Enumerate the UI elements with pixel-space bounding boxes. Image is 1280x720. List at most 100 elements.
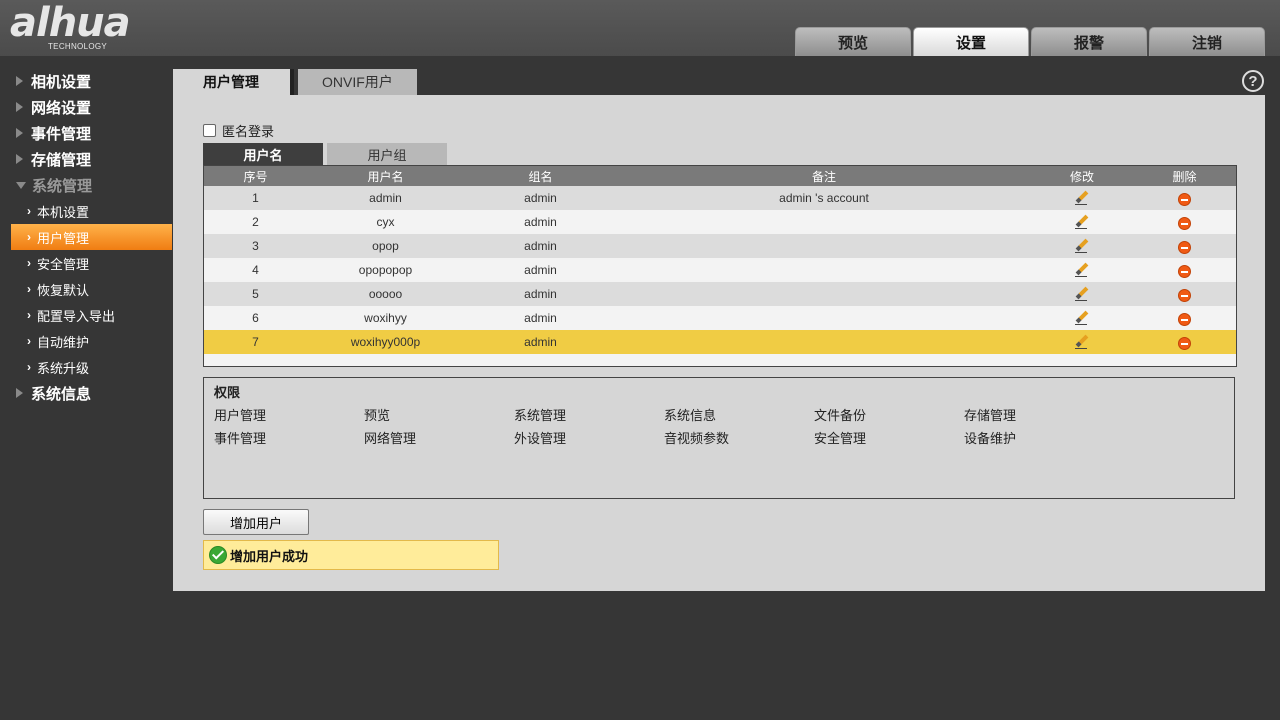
cell-group: admin (524, 239, 557, 253)
permission-item: 外设管理 (514, 431, 567, 446)
chevron-right-icon: › (27, 204, 31, 218)
chevron-right-icon: › (27, 230, 31, 244)
col-username: 用户名 (367, 169, 404, 184)
sidebar-item-storage[interactable]: 存储管理 (0, 146, 172, 172)
table-row[interactable]: 6 woxihyy admin (204, 306, 1236, 330)
cell-no: 5 (252, 287, 259, 301)
delete-icon[interactable] (1178, 336, 1191, 350)
pencil-icon[interactable] (1075, 310, 1089, 325)
permission-item: 安全管理 (814, 431, 867, 446)
chevron-right-icon: › (27, 334, 31, 348)
sidebar-item-network[interactable]: 网络设置 (0, 94, 172, 120)
help-icon[interactable]: ? (1242, 70, 1264, 92)
cell-edit (1031, 210, 1133, 234)
sidebar-sub-restore-default[interactable]: › 恢复默认 (11, 276, 172, 302)
table-row[interactable]: 3 opop admin (204, 234, 1236, 258)
pencil-icon[interactable] (1075, 286, 1089, 301)
sidebar-sub-config-import-export[interactable]: › 配置导入导出 (11, 302, 172, 328)
table-row[interactable]: 5 ooooo admin (204, 282, 1236, 306)
user-sub-tabs: 用户名 用户组 (203, 143, 447, 165)
cell-username: woxihyy000p (350, 335, 421, 349)
table-row[interactable]: 4 opopopop admin (204, 258, 1236, 282)
sidebar-sub-security[interactable]: › 安全管理 (11, 250, 172, 276)
col-note: 备注 (811, 169, 836, 184)
tab-onvif-user[interactable]: ONVIF用户 (298, 69, 417, 95)
permission-item: 存储管理 (964, 408, 1017, 423)
sidebar-item-event[interactable]: 事件管理 (0, 120, 172, 146)
sidebar-sub-system-upgrade[interactable]: › 系统升级 (11, 354, 172, 380)
delete-icon[interactable] (1178, 240, 1191, 254)
sidebar-item-system-info[interactable]: 系统信息 (0, 380, 172, 406)
permissions-box: 权限 用户管理 预览 系统管理 系统信息 文件备份 存储管理 事件管理 网络管理 外设管理 音视频… (203, 377, 1235, 499)
col-delete: 删除 (1172, 169, 1197, 184)
table-row[interactable]: 2 cyx admin (204, 210, 1236, 234)
table-row[interactable]: 7 woxihyy000p admin (204, 330, 1236, 354)
pencil-icon[interactable] (1075, 238, 1089, 253)
sidebar-item-label: 网络设置 (31, 99, 92, 117)
cell-no: 2 (252, 215, 259, 229)
chevron-right-icon: › (27, 256, 31, 270)
add-user-button[interactable]: 增加用户 (203, 509, 309, 535)
cell-note (617, 210, 1031, 234)
permission-item: 网络管理 (364, 431, 417, 446)
cell-no: 6 (252, 311, 259, 325)
tab-usergroup[interactable]: 用户组 (327, 143, 447, 165)
delete-icon[interactable] (1178, 312, 1191, 326)
tab-settings[interactable]: 设置 (913, 27, 1029, 56)
sidebar-item-label: 系统管理 (32, 177, 93, 195)
cell-no: 1 (252, 191, 259, 205)
cell-delete (1133, 282, 1236, 306)
delete-icon[interactable] (1178, 264, 1191, 278)
cell-group: admin (524, 287, 557, 301)
pencil-icon[interactable] (1075, 190, 1089, 205)
tab-user-management[interactable]: 用户管理 (173, 69, 294, 95)
user-table: 序号 用户名 组名 备注 修改 删除 1 admin admin admin 's a… (203, 165, 1237, 367)
pencil-icon[interactable] (1075, 262, 1089, 277)
cell-no: 4 (252, 263, 259, 277)
pencil-icon[interactable] (1075, 334, 1089, 349)
header: alhua TECHNOLOGY 预览 设置 报警 注销 (0, 0, 1280, 56)
cell-no: 7 (252, 335, 259, 349)
sidebar-sub-label: 自动维护 (37, 334, 90, 350)
triangle-right-icon (16, 128, 23, 138)
delete-icon[interactable] (1178, 192, 1191, 206)
sidebar-sub-label: 安全管理 (37, 256, 90, 272)
cell-username: woxihyy (364, 311, 407, 325)
cell-username: opopopop (358, 263, 413, 277)
triangle-right-icon (16, 102, 23, 112)
chevron-right-icon: › (27, 308, 31, 322)
anonymous-login[interactable]: 匿名登录 (203, 121, 274, 140)
permission-item: 系统管理 (514, 408, 567, 423)
permission-item: 文件备份 (814, 408, 867, 423)
permission-item: 音视频参数 (664, 431, 730, 446)
col-no: 序号 (243, 169, 268, 184)
tab-logout[interactable]: 注销 (1149, 27, 1265, 56)
cell-username: opop (372, 239, 399, 253)
cell-delete (1133, 258, 1236, 282)
permission-item: 预览 (364, 408, 391, 423)
delete-icon[interactable] (1178, 216, 1191, 230)
table-row[interactable]: 1 admin admin admin 's account (204, 186, 1236, 210)
anonymous-login-checkbox[interactable] (203, 124, 216, 137)
cell-note (617, 330, 1031, 354)
tab-username[interactable]: 用户名 (203, 143, 323, 165)
sidebar-item-label: 存储管理 (31, 151, 92, 169)
sidebar-item-camera[interactable]: 相机设置 (0, 68, 172, 94)
cell-no: 3 (252, 239, 259, 253)
tab-preview[interactable]: 预览 (795, 27, 911, 56)
triangle-right-icon (16, 388, 23, 398)
sidebar-item-system[interactable]: 系统管理 (0, 172, 172, 198)
cell-note: admin 's account (779, 191, 869, 205)
sidebar-sub-local-settings[interactable]: › 本机设置 (11, 198, 172, 224)
sidebar-sub-user-management[interactable]: › 用户管理 (11, 224, 172, 250)
cell-edit (1031, 306, 1133, 330)
sidebar-sub-auto-maintain[interactable]: › 自动维护 (11, 328, 172, 354)
pencil-icon[interactable] (1075, 214, 1089, 229)
chevron-right-icon: › (27, 282, 31, 296)
success-message-text: 增加用户成功 (230, 548, 309, 564)
tab-alarm[interactable]: 报警 (1031, 27, 1147, 56)
sidebar-sub-label: 本机设置 (37, 204, 90, 220)
cell-edit (1031, 234, 1133, 258)
cell-edit (1031, 258, 1133, 282)
delete-icon[interactable] (1178, 288, 1191, 302)
